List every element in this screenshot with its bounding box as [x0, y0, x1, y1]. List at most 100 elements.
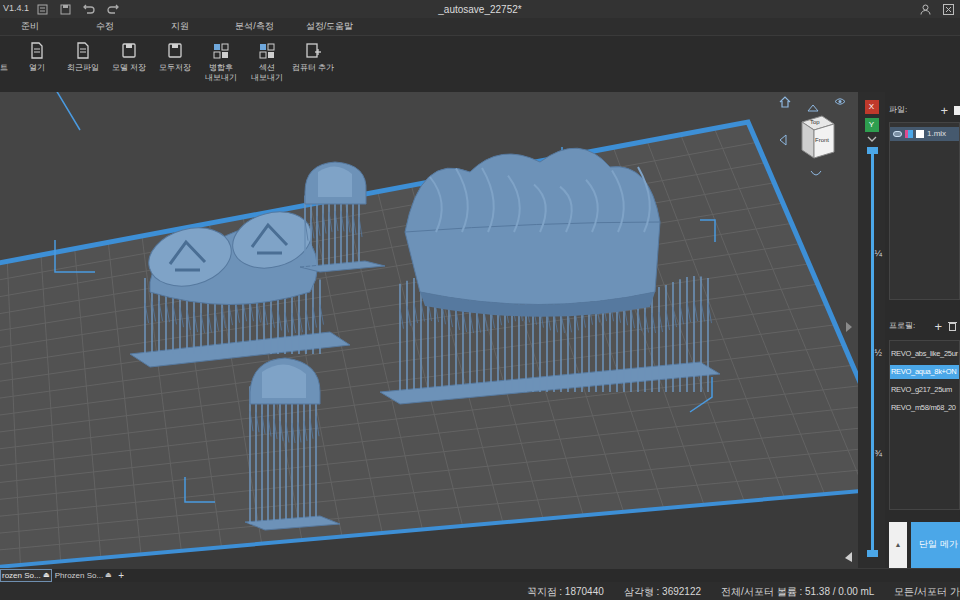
chevron-down-icon[interactable]: [867, 136, 877, 142]
slider-tick: ½: [874, 348, 884, 358]
files-label: 파일:: [889, 104, 907, 116]
profile-name: REVO_aqua_8k+ON: [891, 366, 956, 377]
main-area: Top Front XY ¼ ½ ¾ 파일: + 1.mix 프로필: + REVO…: [0, 92, 960, 568]
profiles-label: 프로필:: [889, 320, 915, 332]
toolbar-label: 병합후 내보내기: [205, 63, 237, 83]
profiles-header: 프로필: +: [889, 318, 960, 334]
tab-label: Phrozen So...: [55, 570, 103, 582]
right-panel: 파일: + 1.mix 프로필: + REVO_abs_like_25ur REV…: [885, 92, 960, 568]
quick-icons: [37, 4, 119, 15]
recent-icon: [75, 42, 91, 60]
toolbar-button[interactable]: 병합후 내보내기: [198, 42, 244, 83]
toolbar-button[interactable]: 컴퓨터 추가: [290, 42, 336, 73]
toolbar-button[interactable]: 트: [0, 42, 14, 73]
rotate-left-icon[interactable]: [779, 134, 787, 146]
toolbar: 트 열기 최근파일 모델 저장 모두저장 병합후 내보내기 섹션 내보내기 컴퓨터 추가: [0, 36, 960, 92]
toolbar-button[interactable]: 섹션 내보내기: [244, 42, 290, 83]
eject-icon[interactable]: ⏏: [105, 570, 112, 581]
status-item: 모든/서포터 가: [894, 584, 960, 599]
profile-item[interactable]: REVO_g217_25um: [890, 383, 959, 397]
menu-item[interactable]: 수정: [67, 20, 142, 34]
toolbar-label: 트: [0, 63, 8, 73]
menu-item[interactable]: 준비: [0, 20, 67, 34]
build-plate-scene[interactable]: [0, 92, 858, 568]
redo-icon[interactable]: [107, 4, 119, 15]
profile-name: REVO_g217_25um: [891, 384, 952, 395]
layer-column: XY ¼ ½ ¾: [858, 92, 885, 568]
title-bar: V1.4.1 _autosave_22752*: [0, 0, 960, 18]
file-list: 1.mix: [889, 122, 960, 300]
slider-bottom-handle[interactable]: [867, 550, 878, 557]
tab-label: rozen So...: [2, 570, 41, 582]
files-header: 파일: +: [889, 102, 960, 118]
axis-button[interactable]: Y: [865, 118, 879, 132]
section-icon: [259, 42, 275, 60]
trash-icon[interactable]: [948, 321, 957, 331]
add-profile-button[interactable]: +: [934, 320, 942, 333]
toolbar-label: 모두저장: [159, 63, 191, 73]
merge-icon: [213, 42, 229, 60]
status-bar: 꼭지점 : 1870440 삼각형 : 3692122 전체/서포터 볼륨 : 51…: [0, 582, 960, 600]
menu-item[interactable]: 설정/도움말: [292, 20, 367, 34]
user-icon[interactable]: [920, 4, 931, 15]
layer-slider[interactable]: ¼ ½ ¾: [862, 150, 882, 554]
toolbar-button[interactable]: 최근파일: [60, 42, 106, 73]
eye-icon[interactable]: [834, 97, 846, 106]
axis-label: Y: [869, 119, 874, 131]
status-item: 전체/서포터 볼륨 : 51.38 / 0.00 mL: [721, 584, 874, 599]
add-file-button[interactable]: +: [940, 104, 948, 117]
toolbar-button[interactable]: 모두저장: [152, 42, 198, 73]
home-icon[interactable]: [779, 96, 791, 108]
undo-icon[interactable]: [83, 4, 95, 15]
view-cube[interactable]: Top Front: [794, 114, 836, 166]
slice-row: ▲ 단일 메가: [889, 522, 960, 568]
save-icon[interactable]: [60, 4, 71, 15]
axis-button[interactable]: X: [865, 100, 879, 114]
open-icon: [29, 42, 45, 60]
profile-name: REVO_abs_like_25ur: [891, 348, 958, 359]
axis-buttons: XY: [865, 100, 879, 132]
profile-item[interactable]: REVO_m58/m68_20: [890, 401, 959, 415]
file-name: 1.mix: [927, 128, 946, 140]
toolbar-button[interactable]: 모델 저장: [106, 42, 152, 73]
toolbar-label: 열기: [29, 63, 45, 73]
menu-item[interactable]: 분석/측정: [217, 20, 292, 34]
profile-item[interactable]: REVO_abs_like_25ur: [890, 347, 959, 361]
window-title: _autosave_22752*: [438, 2, 521, 17]
status-item: 삼각형 : 3692122: [624, 584, 701, 599]
menu-item[interactable]: 지원: [142, 20, 217, 34]
up-button[interactable]: ▲: [889, 522, 907, 568]
profile-item[interactable]: REVO_aqua_8k+ON: [890, 365, 959, 379]
save-icon: [121, 42, 137, 60]
toolbar-button[interactable]: 열기: [14, 42, 60, 73]
add-tab-button[interactable]: +: [118, 568, 124, 583]
rotate-up-icon[interactable]: [807, 104, 819, 112]
toolbar-label: 모델 저장: [112, 63, 146, 73]
status-item: 꼭지점 : 1870440: [527, 584, 604, 599]
title-right: [920, 4, 960, 15]
file-box-icon[interactable]: [954, 106, 960, 115]
cube-top-label: Top: [810, 118, 820, 127]
axis-label: X: [869, 101, 874, 113]
viewport[interactable]: Top Front: [0, 92, 858, 568]
model-color-icon: [905, 130, 913, 138]
menu-icon[interactable]: [37, 4, 48, 15]
toolbar-label: 컴퓨터 추가: [292, 63, 334, 73]
close-icon[interactable]: [943, 4, 954, 15]
eject-icon[interactable]: ⏏: [43, 570, 50, 581]
slider-tick: ¼: [874, 248, 884, 258]
menu-bar: 준비수정지원분석/측정설정/도움말: [0, 18, 960, 36]
toolbar-label: 섹션 내보내기: [251, 63, 283, 83]
slider-top-handle[interactable]: [867, 147, 878, 154]
toolbar-label: 최근파일: [67, 63, 99, 73]
title-center: _autosave_22752*: [380, 0, 580, 18]
project-tab[interactable]: rozen So...⏏: [0, 569, 52, 582]
rotate-down-icon[interactable]: [810, 170, 822, 178]
file-row[interactable]: 1.mix: [890, 127, 959, 141]
version-label: V1.4.1: [0, 2, 29, 16]
visibility-eye-icon[interactable]: [893, 131, 902, 137]
slider-tick: ¾: [874, 448, 884, 458]
project-tab[interactable]: Phrozen So...⏏: [54, 569, 113, 582]
slice-button[interactable]: 단일 메가: [911, 522, 960, 568]
file-checkbox[interactable]: [916, 130, 924, 138]
